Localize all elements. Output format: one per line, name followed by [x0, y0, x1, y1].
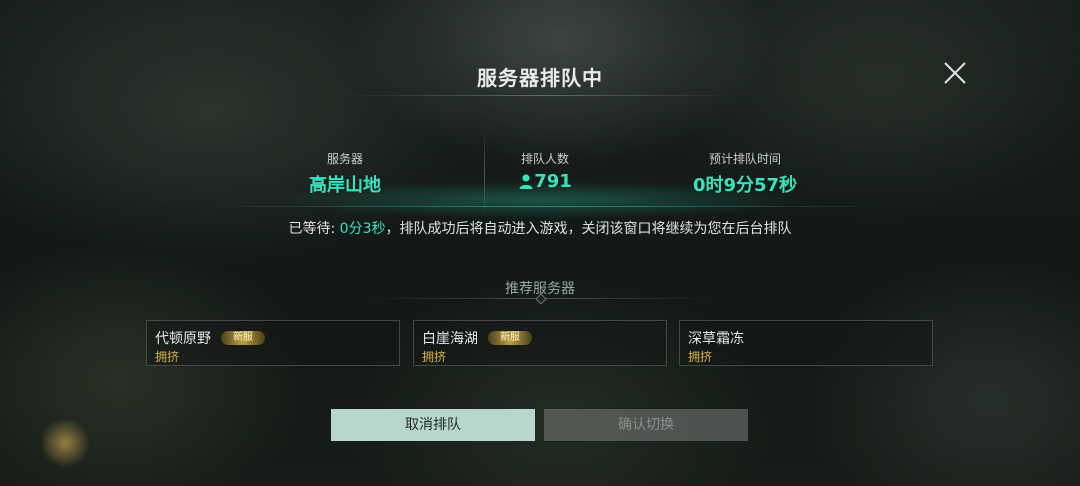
waiting-elapsed: 0分3秒 — [339, 221, 386, 237]
queue-count-row: 791 — [490, 171, 600, 192]
corner-glow — [40, 418, 90, 468]
server-label: 服务器 — [326, 152, 363, 166]
waiting-suffix: ，排队成功后将自动进入游戏，关闭该窗口将继续为您在后台排队 — [385, 221, 792, 237]
close-icon — [944, 62, 966, 84]
server-name: 高岸山地 — [309, 175, 381, 196]
waiting-prefix: 已等待: — [288, 221, 340, 237]
server-card-shencaoshuangdong[interactable]: 深草霜冻 拥挤 — [679, 320, 933, 366]
stats-divider — [200, 206, 900, 207]
queue-label: 排队人数 — [520, 152, 569, 166]
waiting-message: 已等待: 0分3秒，排队成功后将自动进入游戏，关闭该窗口将继续为您在后台排队 — [0, 218, 1080, 238]
server-card-name: 白崖海湖 — [422, 331, 478, 347]
person-icon — [519, 174, 533, 189]
server-card-status: 拥挤 — [688, 350, 713, 364]
eta-label: 预计排队时间 — [708, 152, 781, 166]
new-server-badge: 新服 — [488, 331, 532, 345]
dialog-title: 服务器排队中 — [477, 66, 603, 90]
confirm-switch-button[interactable]: 确认切换 — [544, 409, 748, 441]
title-divider — [340, 95, 740, 96]
queue-count: 791 — [534, 171, 572, 192]
server-card-name: 代顿原野 — [155, 331, 211, 347]
eta-stat: 预计排队时间 0时9分57秒 — [670, 150, 820, 197]
close-button[interactable] — [940, 58, 970, 88]
server-card-daytonyuanye[interactable]: 代顿原野 新服 拥挤 — [146, 320, 400, 366]
cancel-queue-button[interactable]: 取消排队 — [331, 409, 535, 441]
eta-value: 0时9分57秒 — [692, 175, 798, 196]
new-server-badge: 新服 — [221, 331, 265, 345]
server-card-status: 拥挤 — [155, 350, 180, 364]
stats-vertical-divider — [484, 130, 485, 218]
queue-stat: 排队人数 791 — [490, 150, 600, 192]
server-stat: 服务器 高岸山地 — [290, 150, 400, 197]
server-card-name: 深草霜冻 — [688, 331, 744, 347]
server-card-status: 拥挤 — [422, 350, 447, 364]
server-card-baiyahaihu[interactable]: 白崖海湖 新服 拥挤 — [413, 320, 667, 366]
